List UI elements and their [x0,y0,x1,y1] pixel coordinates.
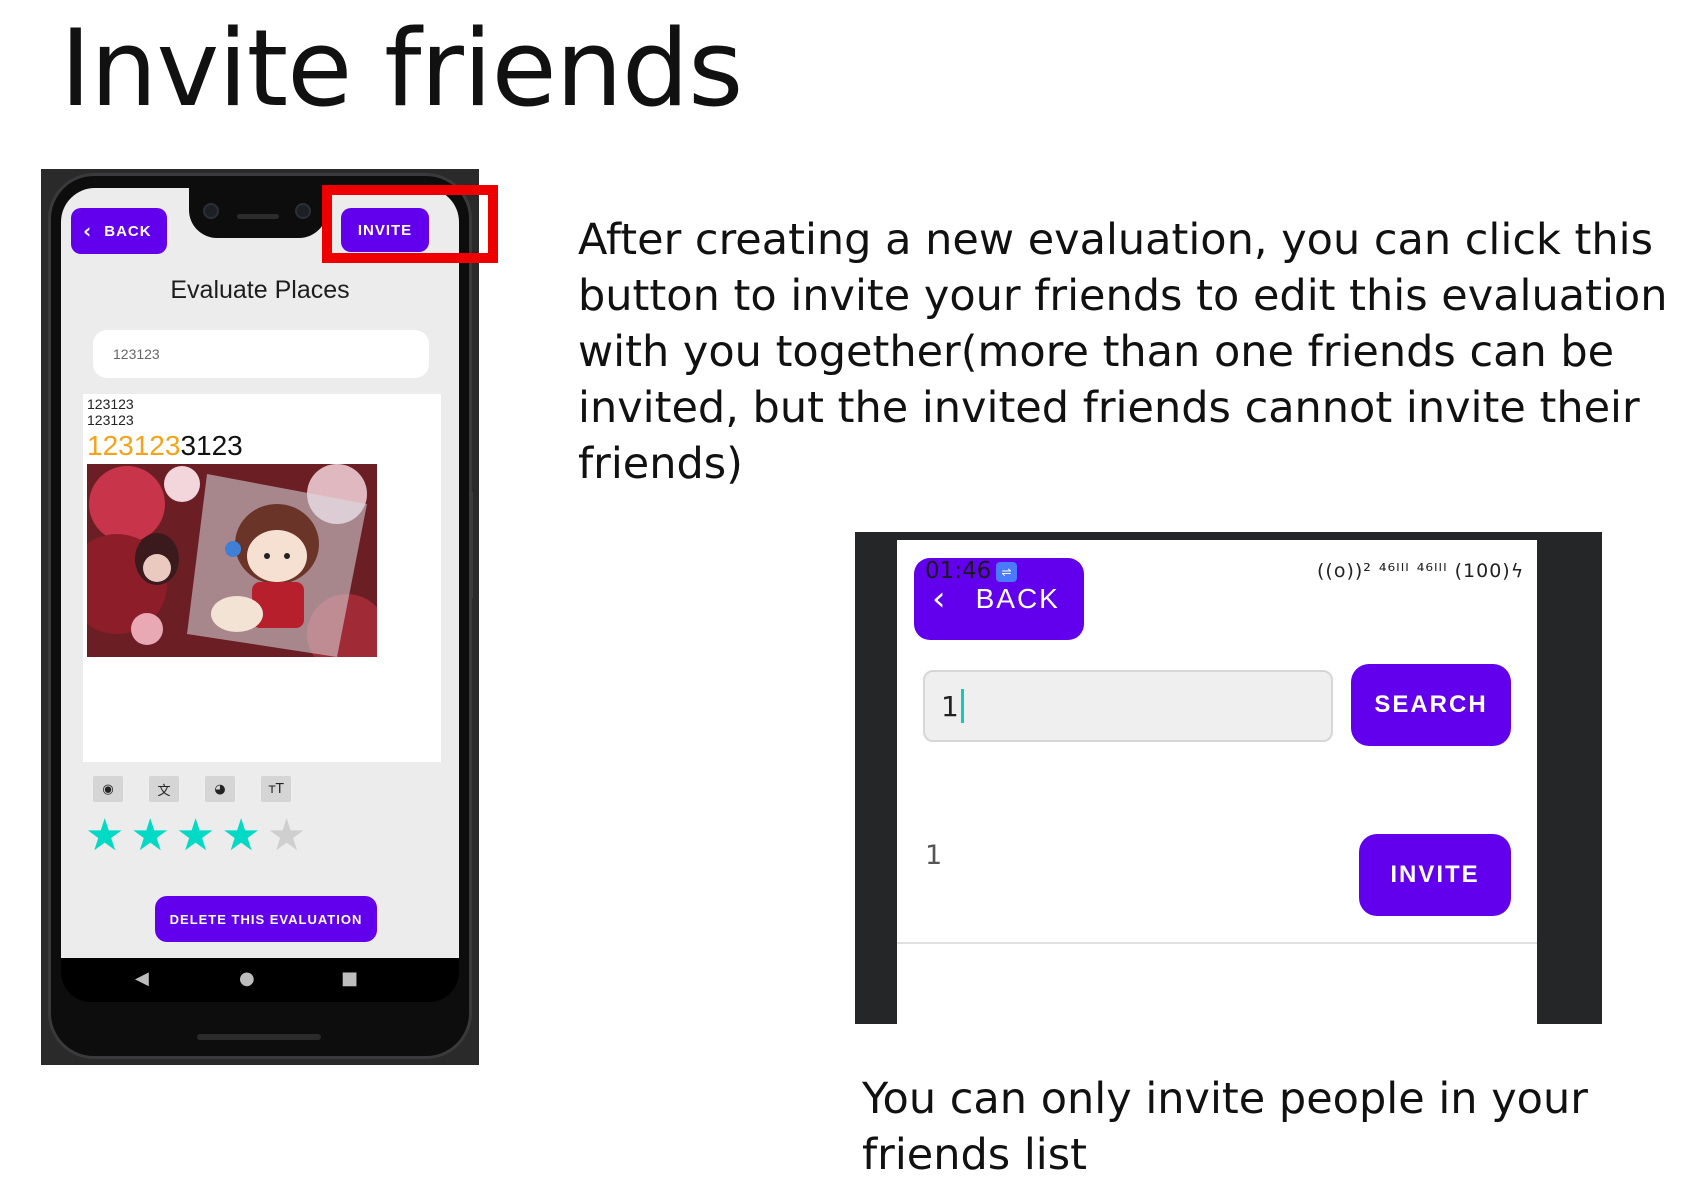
status-time: 01:46 [925,558,992,584]
star-icon[interactable]: ★ [267,814,306,858]
phone-screen: ‹ BACK INVITE Evaluate Places 123123 123… [61,188,459,958]
invite-screen-screenshot: ‹ BACK 01:46 ⇌ ((o))² ⁴⁶ᴵᴵᴵ ⁴⁶ᴵᴵᴵ (100)ϟ… [855,532,1602,1024]
nav-back-icon[interactable]: ◀ [135,968,149,989]
text-caret [960,689,964,723]
content-line: 123123 [87,412,134,428]
star-icon[interactable]: ★ [85,814,124,858]
list-divider [897,942,1537,944]
translate-icon[interactable]: 文 [149,776,179,802]
camera-icon[interactable]: ◉ [93,776,123,802]
chevron-left-icon: ‹ [83,219,93,243]
delete-button-label: DELETE THIS EVALUATION [169,911,363,927]
nav-recents-icon[interactable]: ■ [341,968,358,989]
delete-evaluation-button[interactable]: DELETE THIS EVALUATION [155,896,377,942]
invite-friend-label: INVITE [1390,861,1480,888]
back-button-label: BACK [975,583,1060,614]
content-line: 123123 [87,396,134,412]
content-large-text: 1231233123 [87,430,243,462]
palette-icon[interactable]: ◕ [205,776,235,802]
usb-icon: ⇌ [996,562,1017,582]
phone-chin-speaker [197,1034,321,1040]
android-nav-bar: ◀ ● ■ [61,958,459,1002]
page-title: Evaluate Places [170,276,350,304]
slide-title: Invite friends [60,7,743,130]
nav-home-icon[interactable]: ● [239,968,255,989]
front-sensor-icon [295,203,311,219]
front-camera-icon [203,203,219,219]
friend-search-value: 1 [941,689,959,723]
friend-result-name: 1 [925,840,943,871]
attached-photo [87,464,377,657]
evaluation-name-input[interactable]: 123123 [93,330,429,378]
star-icon[interactable]: ★ [176,814,215,858]
back-button[interactable]: ‹ BACK [71,208,167,254]
content-orange-text: 123123 [87,430,181,461]
text-size-icon[interactable]: ᴛT [261,776,291,802]
phone-side-button [469,491,473,599]
star-icon[interactable]: ★ [130,814,169,858]
content-black-text: 3123 [180,430,243,461]
caption-text: You can only invite people in your frien… [862,1074,1588,1180]
status-icons: ((o))² ⁴⁶ᴵᴵᴵ ⁴⁶ᴵᴵᴵ (100)ϟ [1317,560,1525,582]
invite-screen: ‹ BACK 01:46 ⇌ ((o))² ⁴⁶ᴵᴵᴵ ⁴⁶ᴵᴵᴵ (100)ϟ… [897,540,1537,1024]
star-icon[interactable]: ★ [221,814,260,858]
invite-friend-button[interactable]: INVITE [1359,834,1511,916]
phone-mockup: ‹ BACK INVITE Evaluate Places 123123 123… [41,169,479,1065]
friend-search-input[interactable]: 1 [923,670,1333,742]
earpiece-speaker [237,214,279,219]
evaluation-name-value: 123123 [113,346,160,362]
evaluation-content[interactable]: 123123 123123 1231233123 [83,394,441,762]
search-button-label: SEARCH [1374,691,1488,718]
back-button-label: BACK [104,222,152,240]
phone-notch [189,188,327,238]
rating-bar[interactable]: ★ ★ ★ ★ ★ [85,814,306,858]
explanation-text: After creating a new evaluation, you can… [578,215,1668,489]
phone-body: ‹ BACK INVITE Evaluate Places 123123 123… [48,173,472,1059]
search-button[interactable]: SEARCH [1351,664,1511,746]
formatting-toolbar: ◉ 文 ◕ ᴛT [93,776,333,804]
invite-highlight-box [322,185,498,263]
chevron-left-icon: ‹ [932,579,948,619]
